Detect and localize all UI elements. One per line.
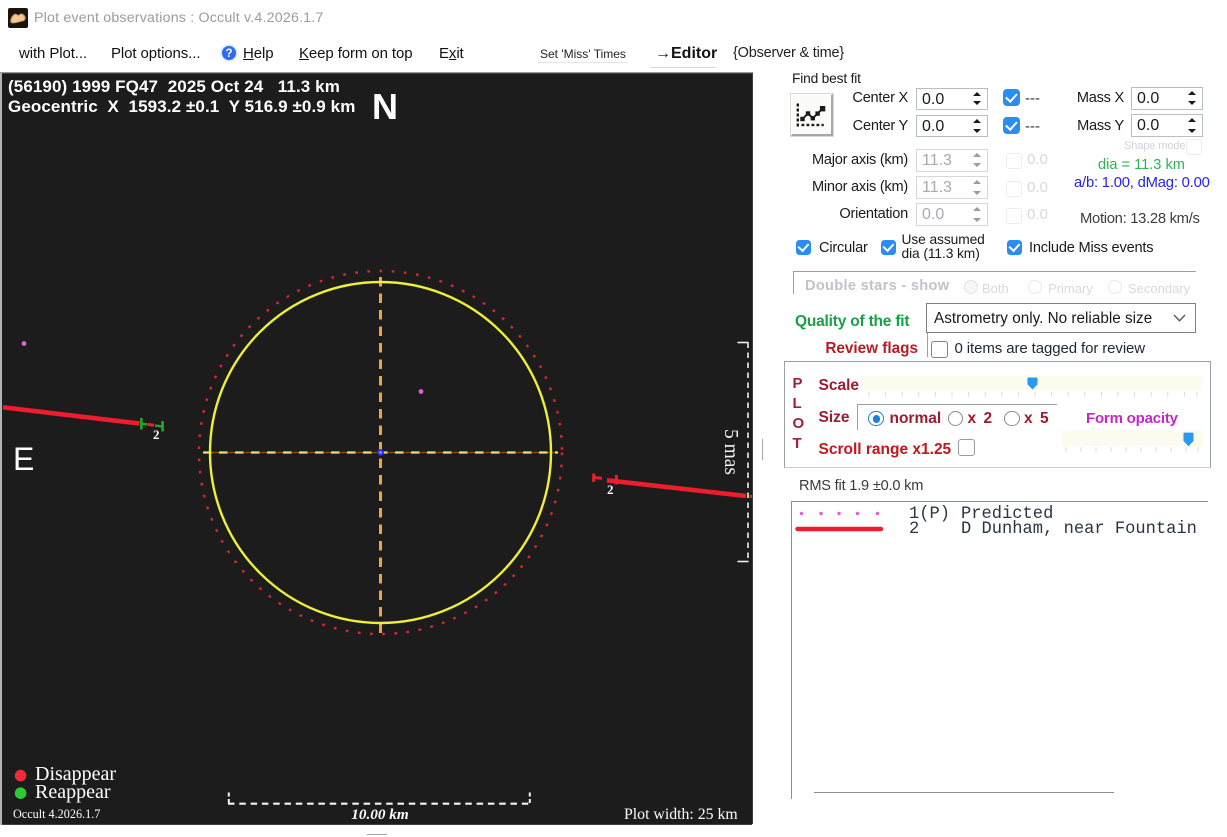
svg-text:?: ? [225, 48, 232, 60]
